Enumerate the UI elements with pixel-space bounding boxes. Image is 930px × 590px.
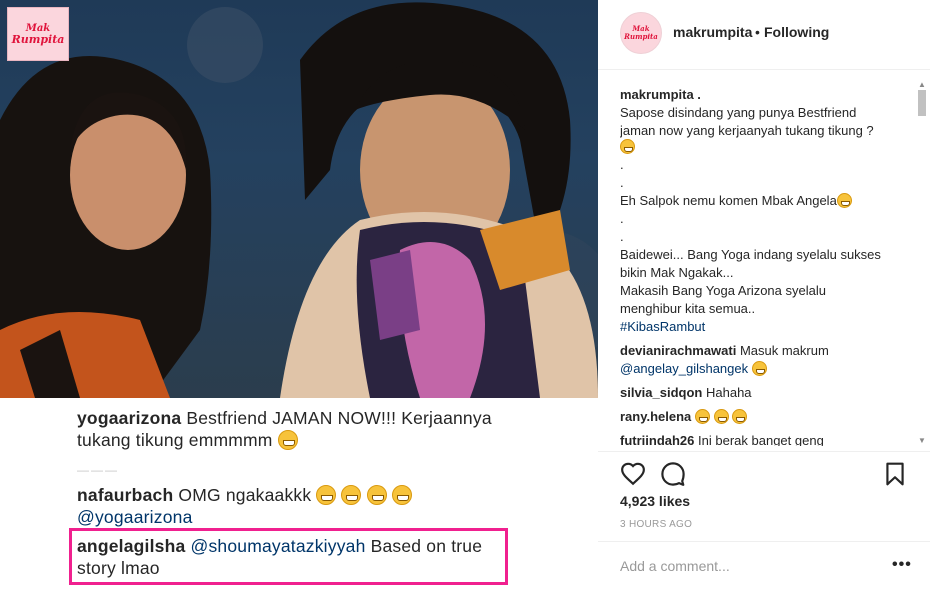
screenshot-post-line1: yogaarizona Bestfriend JAMAN NOW!!! Kerj… xyxy=(77,408,492,429)
scroll-up-arrow-icon[interactable]: ▲ xyxy=(918,80,926,89)
comment-username[interactable]: futriindah26 xyxy=(620,433,694,446)
comment-bubble-icon[interactable] xyxy=(660,461,686,487)
add-comment-bar: ••• xyxy=(598,541,930,590)
comment-row: silvia_sidqon Hahaha xyxy=(620,384,752,402)
grinning-emoji-icon xyxy=(391,485,412,505)
comment-mention[interactable]: @angelay_gilshangek xyxy=(620,361,748,376)
post-timestamp[interactable]: 3 HOURS AGO xyxy=(620,519,692,530)
crying-laughing-emoji-icon xyxy=(713,409,729,424)
screenshot-comment1-text: OMG ngakaakkk xyxy=(178,485,312,505)
header-username[interactable]: makrumpita xyxy=(673,24,752,40)
grinning-emoji-icon xyxy=(316,485,337,505)
heart-icon[interactable] xyxy=(620,461,646,487)
caption-line: Baidewei... Bang Yoga indang syelalu suk… xyxy=(620,247,881,262)
caption-username-line: makrumpita . xyxy=(620,86,701,104)
caption-emoji-line xyxy=(620,138,635,156)
crying-laughing-emoji-icon xyxy=(694,409,710,424)
screenshot-comment-thread: yogaarizona Bestfriend JAMAN NOW!!! Kerj… xyxy=(0,398,598,590)
screenshot-comment1-mention: @yogaarizona xyxy=(77,507,193,527)
grinning-emoji-icon xyxy=(620,139,635,154)
screenshot-comment1-line1: nafaurbach OMG ngakaakkk xyxy=(77,485,412,506)
post-media[interactable]: Mak Rumpita yogaarizona Bestfriend JAMAN… xyxy=(0,0,598,590)
caption-dot: . xyxy=(620,211,624,226)
bookmark-icon[interactable] xyxy=(882,461,908,487)
post-header: Mak Rumpita makrumpita • Following xyxy=(598,0,930,70)
logo-text-line2: Rumpita xyxy=(11,33,65,46)
photo-illustration xyxy=(0,2,598,398)
caption-dot: . xyxy=(620,175,624,190)
comment-text: Masuk makrum xyxy=(739,343,829,358)
scrollbar-thumb[interactable] xyxy=(918,90,926,116)
screenshot-comment1-user: nafaurbach xyxy=(77,485,174,505)
screenshot-post-line2: tukang tikung emmmmm xyxy=(77,430,298,451)
comment-text: Ini berak banget geng xyxy=(698,433,824,446)
caption-line-with-emoji: Eh Salpok nemu komen Mbak Angela xyxy=(620,192,852,210)
screenshot-post-text2: tukang tikung emmmmm xyxy=(77,430,273,450)
caption-username[interactable]: makrumpita . xyxy=(620,87,701,102)
avatar[interactable]: Mak Rumpita xyxy=(620,12,662,54)
laughing-emoji-icon xyxy=(277,430,298,450)
comment-username[interactable]: silvia_sidqon xyxy=(620,385,702,400)
screenshot-post-text1: Bestfriend JAMAN NOW!!! Kerjaannya xyxy=(186,408,492,428)
comment-text: Hahaha xyxy=(706,385,752,400)
action-bar xyxy=(598,451,930,491)
avatar-text-line2: Rumpita xyxy=(624,32,658,41)
caption-hashtag[interactable]: #KibasRambut xyxy=(620,318,705,336)
caption-line: Sapose disindang yang punya Bestfriend xyxy=(620,105,857,120)
comment-username[interactable]: devianirachmawati xyxy=(620,343,736,358)
scroll-down-arrow-icon[interactable]: ▼ xyxy=(918,436,926,445)
caption-line: menghibur kita semua.. xyxy=(620,301,756,316)
screenshot-comment2-line2: story lmao xyxy=(77,558,160,579)
caption-dot: . xyxy=(620,229,624,244)
comment-row-continued: @angelay_gilshangek xyxy=(620,360,767,378)
comment-row: devianirachmawati Masuk makrum xyxy=(620,342,829,360)
grinning-emoji-icon xyxy=(366,485,387,505)
caption-line: jaman now yang kerjaanyah tukang tikung … xyxy=(620,123,874,138)
screenshot-comment1-line2: @yogaarizona xyxy=(77,507,193,528)
brand-logo: Mak Rumpita xyxy=(7,7,69,61)
header-separator: • xyxy=(755,24,760,40)
screenshot-post-author: yogaarizona xyxy=(77,408,182,428)
screenshot-comment2-text2: story lmao xyxy=(77,558,160,578)
caption-line: Eh Salpok nemu komen Mbak Angela xyxy=(620,193,837,208)
screenshot-comment2-mention: @shoumayatazkiyyah xyxy=(190,536,366,556)
likes-count[interactable]: 4,923 likes xyxy=(620,493,690,509)
screenshot-comment2-text1: Based on true xyxy=(370,536,483,556)
caption-line: Makasih Bang Yoga Arizona syelalu xyxy=(620,283,826,298)
post-side-panel: Mak Rumpita makrumpita • Following makru… xyxy=(598,0,930,590)
screenshot-separator: ——— xyxy=(77,463,119,477)
comment-input[interactable] xyxy=(620,558,870,574)
caption-dot: . xyxy=(620,157,624,172)
following-button[interactable]: Following xyxy=(764,24,829,40)
caption-and-comments[interactable]: makrumpita . Sapose disindang yang punya… xyxy=(620,86,908,446)
crying-laughing-emoji-icon xyxy=(732,409,748,424)
caption-line: bikin Mak Ngakak... xyxy=(620,265,734,280)
comment-username[interactable]: rany.helena xyxy=(620,409,691,424)
more-options-icon[interactable]: ••• xyxy=(892,556,912,574)
comment-row: rany.helena xyxy=(620,408,748,426)
screenshot-comment2-line1: angelagilsha @shoumayatazkiyyah Based on… xyxy=(77,536,482,557)
post-photo: Mak Rumpita xyxy=(0,0,598,398)
grinning-emoji-icon xyxy=(341,485,362,505)
caption-scrollbar[interactable]: ▲ ▼ xyxy=(916,80,928,450)
crying-laughing-emoji-icon xyxy=(751,361,767,376)
comment-row: futriindah26 Ini berak banget geng xyxy=(620,432,824,446)
screenshot-comment2-user: angelagilsha xyxy=(77,536,186,556)
crying-laughing-emoji-icon xyxy=(836,193,852,208)
